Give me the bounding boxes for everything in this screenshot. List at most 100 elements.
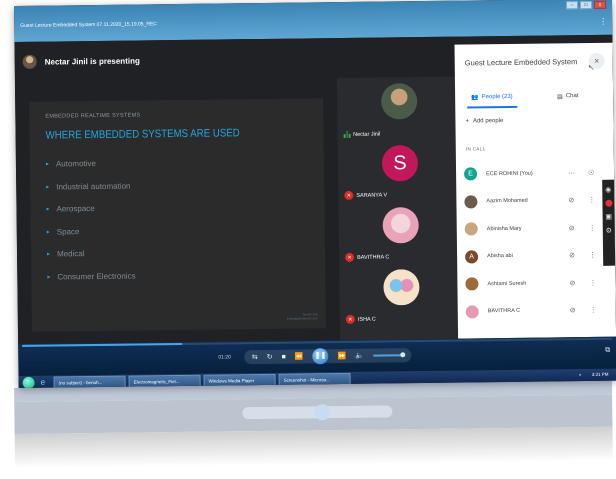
- participant-avatar: [464, 222, 478, 236]
- participant-name: Abinisha Mary: [486, 225, 522, 232]
- slide-footer: Nectar Jinil Embedded Mentor.com: [286, 312, 318, 321]
- more-options-icon[interactable]: ⋮: [589, 279, 596, 287]
- list-item[interactable]: Ashtami Suresh ⊘ ⋮: [465, 269, 611, 298]
- meeting-view: Nectar Jinil is presenting EMBEDDED REAL…: [14, 34, 616, 344]
- browser-icon[interactable]: e: [41, 378, 51, 388]
- bullet-icon: ▸: [45, 161, 49, 168]
- participant-name: ECE ROHINI (You): [486, 170, 533, 177]
- bullet-icon: ▸: [46, 206, 50, 213]
- add-people-button[interactable]: + Add people: [465, 118, 503, 124]
- participant-name: BAVITHRA C: [487, 308, 521, 315]
- participant-avatar: [383, 269, 420, 306]
- gear-icon[interactable]: ⚙: [606, 227, 612, 235]
- next-icon[interactable]: ⏩: [337, 352, 346, 360]
- in-call-heading: IN CALL: [465, 146, 486, 152]
- slide-bullets: ▸ Automotive ▸ Industrial automation ▸ Aero…: [46, 159, 136, 295]
- mic-off-icon: ⊘: [568, 224, 575, 232]
- tile-name: Nectar Jinil: [343, 130, 381, 138]
- more-options-icon[interactable]: ⋮: [589, 224, 596, 232]
- add-person-icon: +: [465, 118, 469, 125]
- more-options-icon[interactable]: ⋮: [599, 17, 606, 26]
- participant-avatar: E: [464, 167, 478, 181]
- slide-title: WHERE EMBEDDED SYSTEMS ARE USED: [45, 127, 240, 142]
- participant-name: Aazim Mohamed: [486, 197, 528, 205]
- volume-slider[interactable]: [372, 354, 403, 357]
- switch-view-icon[interactable]: ⧉: [605, 347, 610, 355]
- pause-button[interactable]: ❚❚: [312, 348, 329, 365]
- minimize-button[interactable]: –: [565, 1, 579, 10]
- seek-bar-progress: [22, 342, 183, 347]
- speaker-icon[interactable]: ◐: [579, 372, 582, 377]
- slide-bullet: ▸ Automotive: [45, 159, 97, 169]
- bullet-icon: ▸: [46, 229, 50, 236]
- participant-video: [380, 83, 418, 120]
- people-panel: Guest Lecture Embedded System ↖ × 👥 Peop…: [454, 42, 616, 339]
- speaking-dots-icon: ⋯: [568, 169, 576, 177]
- slide-bullet: ▸ Aerospace: [46, 204, 95, 214]
- mic-off-icon: ✕: [345, 314, 355, 324]
- list-item[interactable]: Aazim Mohamed ⊘ ⋮: [464, 186, 610, 215]
- screenshot-stage: Guest Lecture Embedded System 07.11.2020…: [0, 0, 616, 479]
- panel-tabs: 👥 People (23) ▤ Chat: [455, 87, 613, 109]
- shuffle-icon[interactable]: ⇆: [252, 353, 258, 361]
- slide-bullet: ▸ Consumer Electronics: [47, 271, 136, 281]
- mic-off-icon: ✕: [345, 252, 355, 262]
- tab-people[interactable]: 👥 People (23): [467, 88, 517, 109]
- camera-icon[interactable]: ◉: [605, 186, 611, 194]
- window-reflection: [14, 380, 613, 468]
- participant-avatar: [382, 207, 419, 244]
- close-button[interactable]: x: [593, 0, 607, 9]
- participant-tile[interactable]: S ✕ SARANYA V: [338, 139, 465, 203]
- volume-icon[interactable]: 🔈: [355, 352, 364, 360]
- tab-chat[interactable]: ▤ Chat: [557, 87, 579, 105]
- presenter-bar: Nectar Jinil is presenting: [14, 37, 454, 82]
- mic-off-icon: ⊘: [569, 252, 576, 260]
- list-item[interactable]: Abinisha Mary ⊘ ⋮: [464, 214, 611, 243]
- image-icon[interactable]: ▣: [605, 213, 612, 221]
- start-button[interactable]: [22, 376, 35, 388]
- participant-tile[interactable]: ✕ BAVITHRA C: [338, 201, 465, 265]
- list-item[interactable]: A Abisha abi ⊘ ⋮: [465, 241, 611, 270]
- elapsed-time: 01:20: [218, 354, 231, 361]
- system-tray: ◐ 3:31 PM: [579, 372, 609, 377]
- mic-off-icon: ⊘: [569, 279, 576, 287]
- active-tab-indicator: [467, 105, 517, 109]
- clock[interactable]: 3:31 PM: [592, 372, 609, 377]
- reflection-play: [314, 404, 331, 421]
- screen-tools-strip: ◉ ▣ ⚙: [602, 179, 616, 266]
- participant-avatar: [464, 195, 478, 209]
- participant-tile[interactable]: Nectar Jinil: [337, 77, 464, 141]
- participant-name: Ashtami Suresh: [487, 280, 527, 287]
- record-icon[interactable]: [604, 199, 612, 207]
- window-title: Guest Lecture Embedded System 07.11.2020…: [20, 21, 157, 29]
- maximize-button[interactable]: □: [579, 0, 593, 10]
- list-item[interactable]: BAVITHRA C ⊘ ⋮: [465, 296, 612, 325]
- participant-name: Abisha abi: [487, 253, 513, 260]
- more-options-icon[interactable]: ⋮: [589, 251, 596, 259]
- slide-bullet: ▸ Space: [46, 226, 80, 236]
- more-options-icon[interactable]: ⋮: [588, 196, 595, 204]
- previous-icon[interactable]: ⏪: [295, 352, 304, 360]
- slide-bullet: ▸ Industrial automation: [46, 181, 131, 191]
- participant-initial-avatar: S: [381, 145, 419, 182]
- presenter-avatar: [22, 54, 37, 69]
- bullet-icon: ▸: [47, 251, 51, 258]
- participant-avatar: [465, 277, 479, 291]
- reflection-fade: [14, 426, 613, 468]
- controls-pill: ⇆ ↻ ■ ⏪ ❚❚ ⏩ 🔈: [243, 348, 412, 365]
- chat-icon: ▤: [557, 93, 563, 100]
- speaking-indicator-icon: [343, 130, 351, 138]
- participant-avatar: [465, 305, 479, 319]
- tile-name: ✕ ISHA C: [345, 314, 376, 324]
- panel-close-button[interactable]: ×: [588, 52, 605, 69]
- more-options-icon[interactable]: ⋮: [590, 306, 597, 314]
- stop-icon[interactable]: ■: [282, 353, 286, 360]
- pin-icon[interactable]: ☉: [588, 169, 594, 177]
- list-item[interactable]: E ECE ROHINI (You) ⋯ ☉: [464, 159, 610, 188]
- participant-tile[interactable]: ✕ ISHA C: [339, 263, 466, 327]
- mic-off-icon: ⊘: [569, 307, 576, 315]
- playback-controls: 01:20 ⇆ ↻ ■ ⏪ ❚❚ ⏩ 🔈: [218, 347, 412, 365]
- presentation-slide: EMBEDDED REALTIME SYSTEMS WHERE EMBEDDED…: [29, 98, 326, 332]
- bullet-icon: ▸: [46, 184, 50, 191]
- repeat-icon[interactable]: ↻: [267, 353, 273, 361]
